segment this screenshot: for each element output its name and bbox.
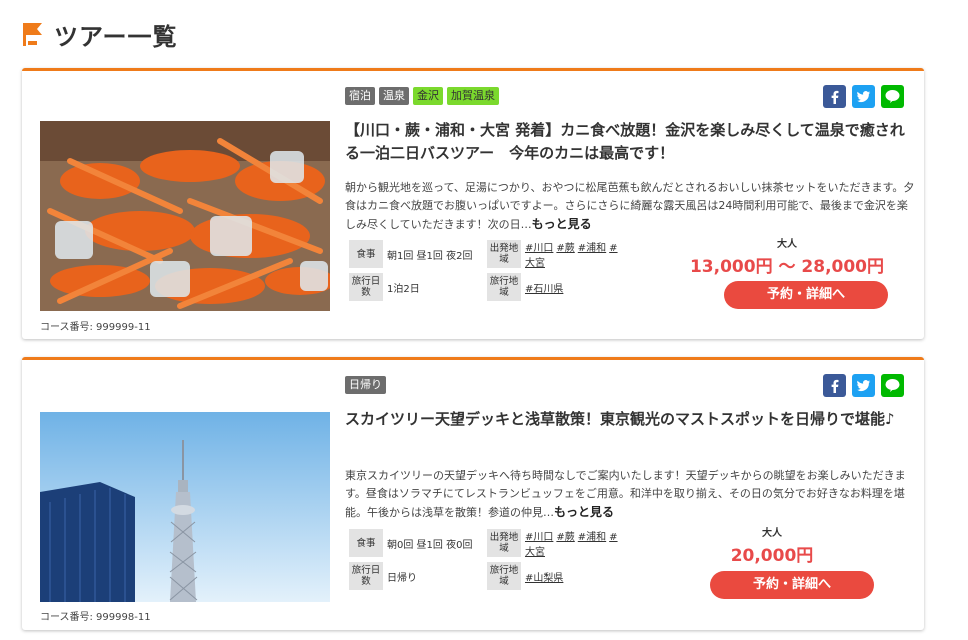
tour-card: コース番号: 999998-11 日帰り スカイツリー天望デッキと浅草散策！東京…: [22, 357, 924, 630]
days-label: 旅行日数: [349, 273, 383, 301]
tag[interactable]: 加賀温泉: [447, 87, 499, 105]
area-links: #山梨県: [521, 569, 625, 584]
price-box: 大人 20,000円: [672, 524, 872, 566]
tag[interactable]: 温泉: [379, 87, 409, 105]
tour-photo-crab[interactable]: [40, 121, 330, 311]
reserve-button[interactable]: 予約・詳細へ: [710, 571, 874, 599]
adult-label: 大人: [777, 239, 797, 250]
tour-description: 東京スカイツリーの天望デッキへ待ち時間なしでご案内いたします！天望デッキからの眺…: [345, 467, 915, 522]
depart-links: #川口 #蕨 #浦和 #大宮: [521, 239, 625, 269]
flag-icon: [23, 23, 42, 46]
days-label: 旅行日数: [349, 562, 383, 590]
area-label: 旅行地域: [487, 562, 521, 590]
days-value: 日帰り: [387, 572, 417, 584]
info-row: 食事 朝1回 昼1回 夜2回 出発地域 #川口 #蕨 #浦和 #大宮: [349, 239, 625, 269]
page-header: ツアー一覧: [22, 14, 178, 54]
depart-label: 出発地域: [487, 529, 521, 557]
tour-title[interactable]: 【川口・蕨・浦和・大宮 発着】カニ食べ放題！金沢を楽しみ尽くして温泉で癒される一…: [345, 119, 915, 165]
line-icon[interactable]: [881, 85, 904, 108]
depart-link[interactable]: #蕨: [556, 243, 574, 254]
reserve-button[interactable]: 予約・詳細へ: [724, 281, 888, 309]
info-row: 旅行日数 1泊2日 旅行地域 #石川県: [349, 272, 625, 302]
meal-value: 朝0回 昼1回 夜0回: [387, 539, 473, 551]
area-label: 旅行地域: [487, 273, 521, 301]
depart-link[interactable]: #浦和: [578, 243, 606, 254]
tag-list: 日帰り: [345, 376, 386, 394]
tour-info: 食事 朝1回 昼1回 夜2回 出発地域 #川口 #蕨 #浦和 #大宮 旅行日数 1泊2…: [349, 239, 625, 305]
depart-link[interactable]: #蕨: [556, 532, 574, 543]
description-text: 朝から観光地を巡って、足湯につかり、おやつに松尾芭蕉も飲んだとされるおいしい抹茶…: [345, 181, 915, 231]
tour-description: 朝から観光地を巡って、足湯につかり、おやつに松尾芭蕉も飲んだとされるおいしい抹茶…: [345, 179, 915, 234]
description-text: 東京スカイツリーの天望デッキへ待ち時間なしでご案内いたします！天望デッキからの眺…: [345, 469, 906, 519]
area-link[interactable]: #山梨県: [525, 573, 563, 584]
line-icon[interactable]: [881, 374, 904, 397]
tour-title[interactable]: スカイツリー天望デッキと浅草散策！東京観光のマストスポットを日帰りで堪能♪: [345, 408, 915, 431]
social-share: [823, 374, 904, 397]
tag[interactable]: 金沢: [413, 87, 443, 105]
price-box: 大人 13,000円 〜 28,000円: [687, 235, 887, 277]
facebook-icon[interactable]: [823, 374, 846, 397]
depart-link[interactable]: #川口: [525, 532, 553, 543]
more-link[interactable]: もっと見る: [554, 505, 614, 519]
days-value: 1泊2日: [387, 283, 420, 295]
twitter-icon[interactable]: [852, 85, 875, 108]
meal-value: 朝1回 昼1回 夜2回: [387, 250, 473, 262]
info-row: 旅行日数 日帰り 旅行地域 #山梨県: [349, 561, 625, 591]
depart-label: 出発地域: [487, 240, 521, 268]
adult-label: 大人: [762, 528, 782, 539]
social-share: [823, 85, 904, 108]
more-link[interactable]: もっと見る: [532, 217, 592, 231]
meal-label: 食事: [349, 240, 383, 268]
tour-photo-skytree[interactable]: [40, 412, 330, 602]
depart-link[interactable]: #川口: [525, 243, 553, 254]
tour-card: コース番号: 999999-11 宿泊 温泉 金沢 加賀温泉 【川口・蕨・浦和・…: [22, 68, 924, 339]
price-value: 13,000円 〜 28,000円: [689, 257, 885, 277]
page-title: ツアー一覧: [54, 22, 178, 51]
tag[interactable]: 日帰り: [345, 376, 386, 394]
price-value: 20,000円: [730, 546, 814, 566]
info-row: 食事 朝0回 昼1回 夜0回 出発地域 #川口 #蕨 #浦和 #大宮: [349, 528, 625, 558]
course-number: コース番号: 999998-11: [40, 612, 151, 623]
tag-list: 宿泊 温泉 金沢 加賀温泉: [345, 87, 499, 105]
tag[interactable]: 宿泊: [345, 87, 375, 105]
facebook-icon[interactable]: [823, 85, 846, 108]
area-link[interactable]: #石川県: [525, 284, 563, 295]
tour-info: 食事 朝0回 昼1回 夜0回 出発地域 #川口 #蕨 #浦和 #大宮 旅行日数 日帰り…: [349, 528, 625, 594]
twitter-icon[interactable]: [852, 374, 875, 397]
depart-links: #川口 #蕨 #浦和 #大宮: [521, 528, 625, 558]
depart-link[interactable]: #浦和: [578, 532, 606, 543]
area-links: #石川県: [521, 280, 625, 295]
course-number: コース番号: 999999-11: [40, 322, 151, 333]
meal-label: 食事: [349, 529, 383, 557]
